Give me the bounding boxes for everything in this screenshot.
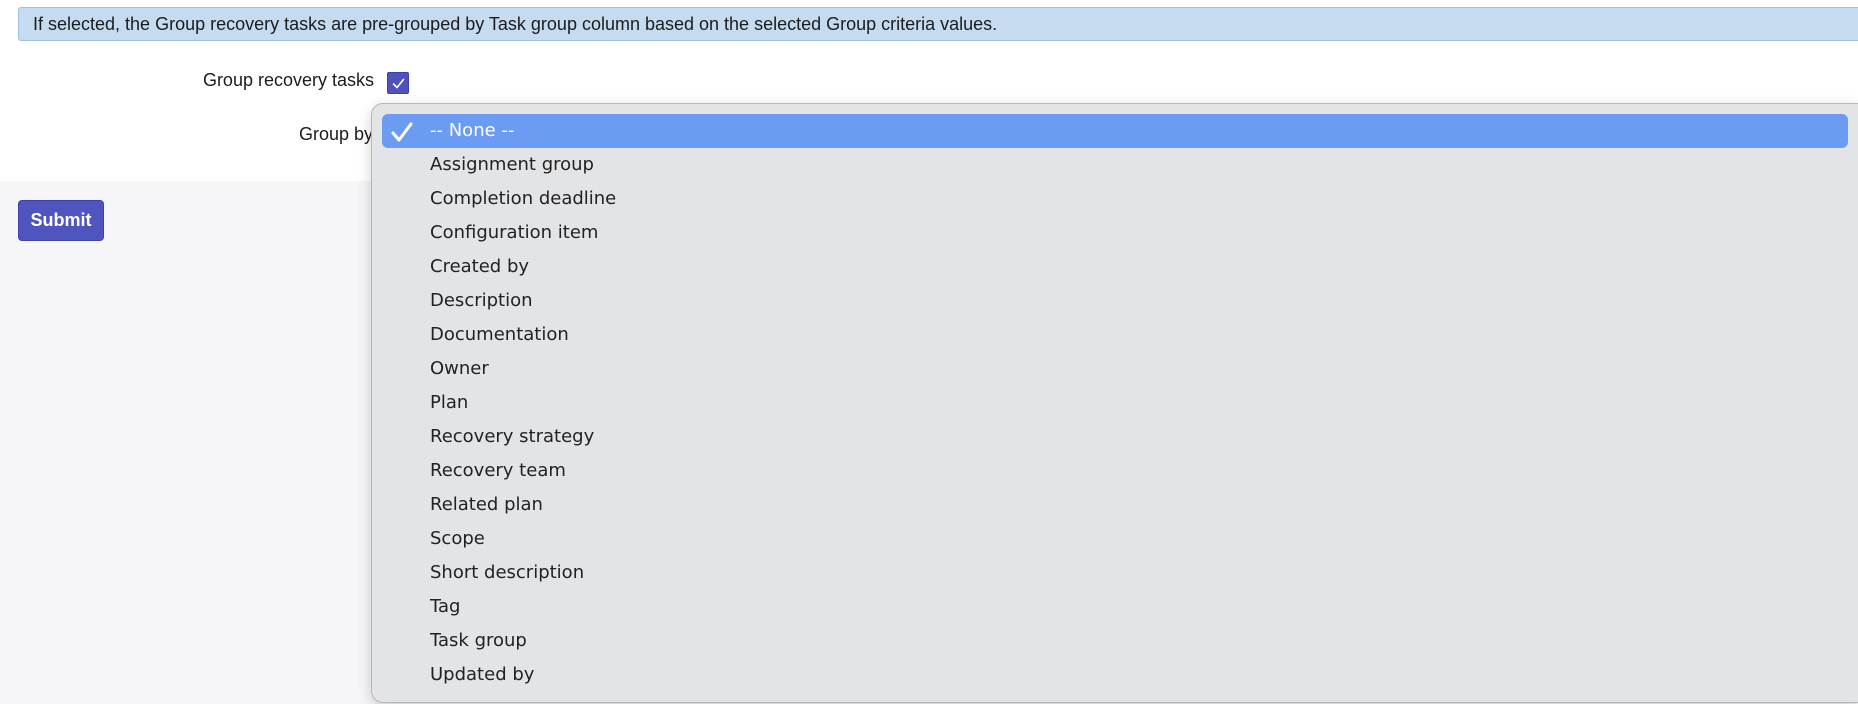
- page: If selected, the Group recovery tasks ar…: [0, 0, 1858, 704]
- dropdown-option[interactable]: Updated by: [382, 658, 1848, 692]
- dropdown-option-label: Documentation: [430, 324, 569, 345]
- info-banner: If selected, the Group recovery tasks ar…: [18, 7, 1858, 41]
- dropdown-options-list: -- None -- Assignment group Completion dea…: [372, 104, 1858, 692]
- dropdown-option[interactable]: Tag: [382, 590, 1848, 624]
- info-banner-text: If selected, the Group recovery tasks ar…: [33, 14, 998, 34]
- dropdown-option[interactable]: Short description: [382, 556, 1848, 590]
- dropdown-option-label: Short description: [430, 562, 585, 583]
- dropdown-option-label: Tag: [430, 596, 461, 617]
- dropdown-option-label: Recovery strategy: [430, 426, 595, 447]
- dropdown-option-label: Recovery team: [430, 460, 566, 481]
- dropdown-option-label: Created by: [430, 256, 530, 277]
- dropdown-option-label: Related plan: [430, 494, 543, 515]
- checkmark-icon: [392, 78, 405, 89]
- dropdown-option[interactable]: Created by: [382, 250, 1848, 284]
- dropdown-option[interactable]: Scope: [382, 522, 1848, 556]
- dropdown-option-label: Plan: [430, 392, 469, 413]
- dropdown-option[interactable]: Completion deadline: [382, 182, 1848, 216]
- dropdown-option-label: Assignment group: [430, 154, 594, 175]
- dropdown-option-label: Description: [430, 290, 533, 311]
- group-by-dropdown[interactable]: -- None -- Assignment group Completion dea…: [371, 103, 1858, 703]
- dropdown-option[interactable]: Assignment group: [382, 148, 1848, 182]
- group-recovery-tasks-label: Group recovery tasks: [202, 70, 374, 90]
- dropdown-option[interactable]: Recovery team: [382, 454, 1848, 488]
- dropdown-option[interactable]: Related plan: [382, 488, 1848, 522]
- dropdown-option-label: Scope: [430, 528, 485, 549]
- check-icon: [391, 122, 413, 142]
- dropdown-option[interactable]: Recovery strategy: [382, 420, 1848, 454]
- group-by-label: Group by: [298, 124, 373, 144]
- dropdown-option[interactable]: Configuration item: [382, 216, 1848, 250]
- dropdown-option-label: -- None --: [430, 120, 515, 141]
- dropdown-option[interactable]: Task group: [382, 624, 1848, 658]
- dropdown-option-label: Completion deadline: [430, 188, 617, 209]
- dropdown-option[interactable]: Documentation: [382, 318, 1848, 352]
- dropdown-option[interactable]: Owner: [382, 352, 1848, 386]
- dropdown-option-label: Updated by: [430, 664, 535, 685]
- dropdown-option-label: Configuration item: [430, 222, 599, 243]
- dropdown-option[interactable]: Description: [382, 284, 1848, 318]
- dropdown-option-label: Owner: [430, 358, 489, 379]
- dropdown-option-label: Task group: [430, 630, 527, 651]
- dropdown-option[interactable]: Plan: [382, 386, 1848, 420]
- dropdown-option[interactable]: -- None --: [382, 114, 1848, 148]
- group-recovery-tasks-checkbox[interactable]: [387, 72, 409, 94]
- submit-button[interactable]: Submit: [18, 200, 104, 241]
